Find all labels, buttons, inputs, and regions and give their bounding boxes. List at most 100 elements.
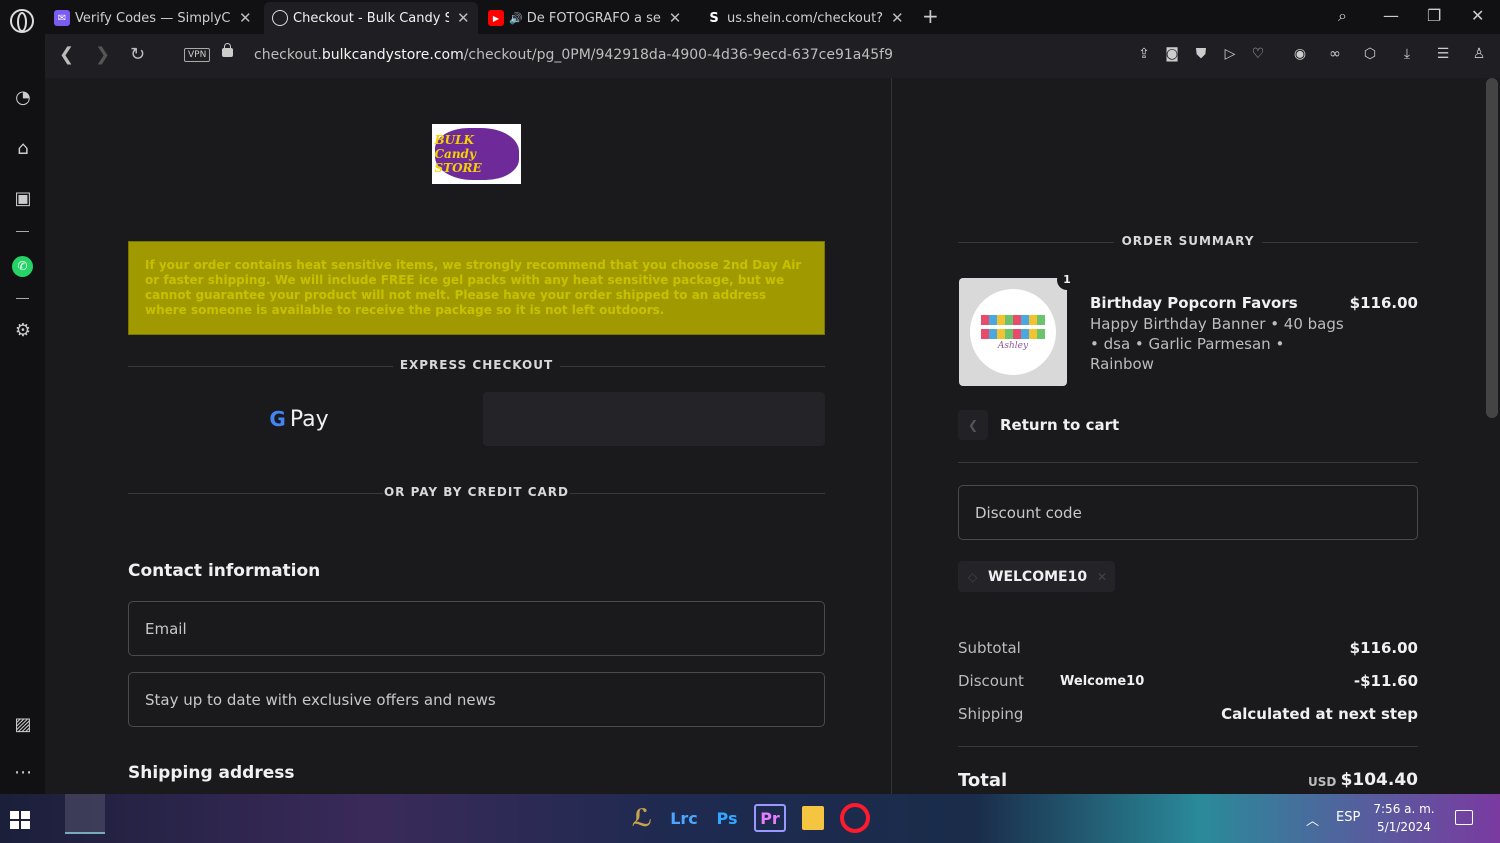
bulk-candy-store-logo[interactable]: BULK Candy STORE	[432, 124, 521, 184]
search-tabs-icon[interactable]: ⌕	[1338, 6, 1347, 26]
send-icon[interactable]: ▷	[1222, 46, 1238, 62]
product-details: Happy Birthday Banner • 40 bags • dsa • …	[1090, 315, 1344, 373]
url-prefix: checkout.	[254, 47, 322, 63]
back-icon[interactable]: ❮	[59, 44, 74, 65]
total-label: Total	[958, 770, 1008, 791]
discount-code-field[interactable]: Discount code	[958, 485, 1418, 540]
reload-icon[interactable]: ↻	[130, 44, 145, 65]
banner-flags	[981, 315, 1045, 325]
or-pay-by-credit-card-label: OR PAY BY CREDIT CARD	[383, 485, 569, 499]
forward-icon[interactable]: ❯	[95, 44, 110, 65]
globe-icon	[272, 10, 288, 26]
sidebar: ◔ ⌂ ▣ ✆ ⚙ ▨ ⋯	[0, 34, 45, 794]
chevron-left-icon: ❮	[958, 410, 988, 440]
page-scrollbar[interactable]	[1483, 78, 1500, 794]
close-tab-icon[interactable]: ✕	[457, 9, 470, 27]
profile-icon[interactable]: ♙	[1471, 46, 1487, 62]
close-tab-icon[interactable]: ✕	[239, 9, 252, 27]
league-of-legends-icon[interactable]: ℒ	[626, 802, 658, 834]
close-tab-icon[interactable]: ✕	[669, 9, 682, 27]
discount-placeholder: Discount code	[975, 503, 1082, 522]
download-icon[interactable]: ⤓	[1399, 46, 1415, 62]
lightroom-icon[interactable]: Lrc	[668, 802, 700, 834]
google-pay-button[interactable]: G Pay	[128, 392, 470, 446]
product-label-circle: Ashley	[970, 289, 1056, 375]
discount-label: Discount	[958, 672, 1024, 690]
photoshop-icon[interactable]: Ps	[711, 802, 743, 834]
checkout-page: BULK Candy STORE If your order contains …	[45, 78, 1483, 794]
opera-taskbar-icon[interactable]	[839, 802, 871, 834]
globe-extension-icon[interactable]: ◉	[1292, 46, 1308, 62]
share-icon[interactable]: ⇪	[1136, 46, 1152, 62]
tab-shein[interactable]: S us.shein.com/checkout?auto ✕	[698, 2, 912, 34]
total-currency: USD	[1308, 775, 1337, 789]
clock-date: 5/1/2024	[1377, 820, 1431, 834]
summary-divider	[958, 462, 1418, 463]
express-checkout-divider: EXPRESS CHECKOUT	[128, 358, 825, 374]
ai-assistant-icon[interactable]: ⌂	[12, 138, 34, 160]
settings-icon[interactable]: ⚙	[12, 320, 34, 342]
glasses-extension-icon[interactable]: ∞	[1327, 46, 1343, 62]
vpn-badge[interactable]: VPN	[184, 48, 211, 62]
minimize-icon[interactable]: —	[1383, 6, 1399, 25]
shipping-address-heading: Shipping address	[128, 763, 295, 783]
credit-card-divider: OR PAY BY CREDIT CARD	[128, 485, 825, 501]
lock-icon[interactable]	[222, 43, 233, 57]
notification-center-icon[interactable]	[1455, 810, 1473, 825]
windows-start-icon[interactable]	[10, 811, 30, 829]
speed-dial-icon[interactable]: ◔	[12, 87, 34, 109]
shein-icon: S	[709, 10, 719, 26]
chevron-up-icon[interactable]: ︿	[1306, 810, 1319, 829]
tab-title: Verify Codes — SimplyCodes	[75, 10, 231, 26]
tab-simplycodes[interactable]: ✉ Verify Codes — SimplyCodes ✕	[46, 2, 260, 34]
easy-setup-icon[interactable]: ☰	[1435, 46, 1451, 62]
sidebar-divider	[16, 298, 29, 299]
shipping-value: Calculated at next step	[1221, 705, 1418, 723]
url-field[interactable]: checkout.bulkcandystore.com/checkout/pg_…	[254, 47, 893, 63]
discount-value: -$11.60	[1353, 672, 1418, 690]
whatsapp-icon[interactable]: ✆	[12, 256, 33, 277]
camera-icon[interactable]: ◙	[1164, 46, 1180, 62]
new-tab-icon[interactable]: +	[922, 4, 939, 28]
system-clock[interactable]: 7:56 a. m. 5/1/2024	[1368, 800, 1440, 836]
discount-code-name: Welcome10	[1060, 674, 1145, 689]
shield-icon[interactable]: ⛊	[1193, 46, 1209, 62]
banner-flags	[981, 329, 1045, 339]
active-window-thumb[interactable]	[65, 794, 105, 834]
scrollbar-thumb[interactable]	[1486, 78, 1498, 418]
offers-field[interactable]: Stay up to date with exclusive offers an…	[128, 672, 825, 727]
product-thumbnail: Ashley	[959, 278, 1067, 386]
file-explorer-icon[interactable]	[797, 802, 829, 834]
address-bar: ❮ ❯ ↻ VPN checkout.bulkcandystore.com/ch…	[45, 34, 1500, 78]
cube-icon[interactable]: ⬡	[1362, 46, 1378, 62]
opera-logo-icon[interactable]	[10, 9, 34, 33]
language-indicator[interactable]: ESP	[1336, 810, 1360, 825]
order-summary-divider: ORDER SUMMARY	[958, 234, 1418, 250]
contact-information-heading: Contact information	[128, 561, 321, 581]
more-options-icon[interactable]: ⋯	[12, 762, 34, 784]
premiere-icon[interactable]: Pr	[754, 804, 786, 832]
envelope-icon: ✉	[54, 10, 70, 26]
express-checkout-label: EXPRESS CHECKOUT	[399, 358, 554, 372]
alternate-express-button[interactable]	[483, 392, 825, 446]
tab-checkout[interactable]: Checkout - Bulk Candy Store ✕	[264, 2, 478, 34]
tab-youtube[interactable]: ▶ 🔊 De FOTÓGRAFO a ser TÚ ✕	[480, 2, 689, 34]
subtotal-label: Subtotal	[958, 639, 1021, 657]
tab-title: De FOTÓGRAFO a ser TÚ	[526, 10, 661, 26]
logo-wordmark: BULK Candy STORE	[434, 133, 482, 175]
gallery-icon[interactable]: ▨	[12, 714, 34, 736]
extensions-icon[interactable]: ▣	[12, 188, 34, 210]
clock-time: 7:56 a. m.	[1373, 802, 1435, 816]
order-summary-label: ORDER SUMMARY	[1121, 234, 1255, 248]
restore-icon[interactable]: ❐	[1427, 6, 1441, 25]
return-to-cart-link[interactable]: ❮ Return to cart	[958, 410, 1119, 440]
return-to-cart-label: Return to cart	[1000, 416, 1120, 434]
close-tab-icon[interactable]: ✕	[891, 9, 904, 27]
youtube-icon: ▶	[488, 10, 504, 26]
close-window-icon[interactable]: ✕	[1471, 6, 1484, 25]
heart-icon[interactable]: ♡	[1250, 46, 1266, 62]
email-field[interactable]: Email	[128, 601, 825, 656]
product-image-name: Ashley	[997, 341, 1029, 351]
remove-discount-icon[interactable]: ✕	[1097, 570, 1107, 584]
audio-playing-icon[interactable]: 🔊	[509, 12, 523, 25]
